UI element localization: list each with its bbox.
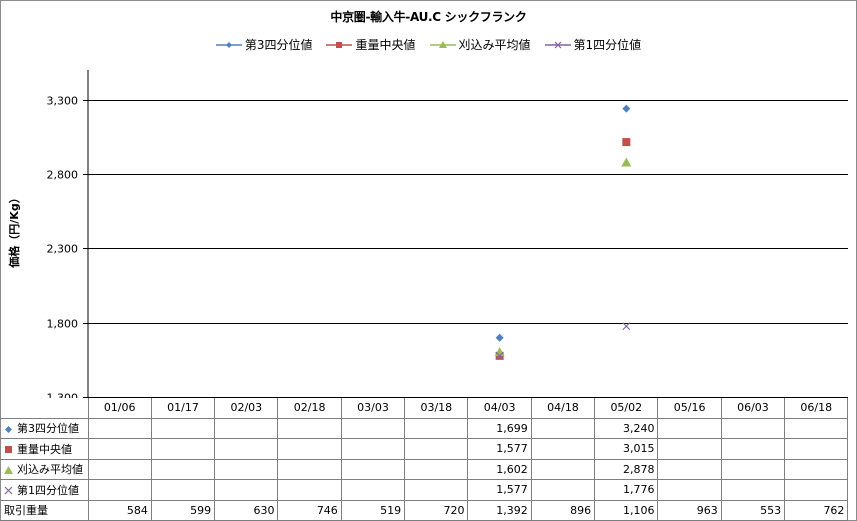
table-cell: 1,602 <box>467 458 532 480</box>
table-cell: 3,240 <box>594 418 659 439</box>
table-legend-marker <box>4 486 13 495</box>
table-cell <box>784 418 849 439</box>
table-row-label: 第1四分位値 <box>0 479 89 501</box>
table-cell <box>214 418 279 439</box>
table-cell <box>784 479 849 501</box>
x-category-label: 04/03 <box>467 398 532 419</box>
table-cell <box>530 458 596 480</box>
table-cell: 1,392 <box>467 499 532 521</box>
table-row: 第3四分位値 1,699 3,240 <box>0 418 849 439</box>
x-category-label: 04/18 <box>530 398 596 419</box>
table-cell: 553 <box>720 499 786 521</box>
table-cell <box>720 418 786 439</box>
table-cell <box>214 438 279 460</box>
table-cell <box>277 438 342 460</box>
table-cell <box>404 458 469 480</box>
table-legend-marker <box>5 446 12 454</box>
table-cell <box>277 418 342 439</box>
data-point <box>622 104 631 113</box>
table-cell: 1,776 <box>594 479 659 501</box>
table-cell: 762 <box>784 499 849 521</box>
table-cell <box>530 479 596 501</box>
data-point <box>621 157 632 167</box>
y-tick-label: 2,800 <box>47 169 79 182</box>
data-point <box>495 333 504 342</box>
table-cell <box>720 479 786 501</box>
x-category-label: 02/03 <box>214 398 279 419</box>
table-cell <box>404 418 469 439</box>
table-cell <box>784 438 849 460</box>
data-point <box>494 347 505 357</box>
table-cell <box>87 418 152 439</box>
table-row-label: 第3四分位値 <box>0 418 89 439</box>
table-cell <box>150 438 216 460</box>
table-cell <box>340 479 406 501</box>
data-point <box>622 138 631 147</box>
table-cell <box>657 458 722 480</box>
table-cell: 584 <box>87 499 152 521</box>
x-category-label: 03/18 <box>404 398 469 419</box>
table-cell: 1,577 <box>467 479 532 501</box>
data-table-header-row: 01/06 01/17 02/03 02/18 03/03 03/18 04/03 04/18… <box>0 398 849 419</box>
table-cell <box>150 458 216 480</box>
table-row: 第1四分位値 1,577 1,776 <box>0 479 849 501</box>
y-tick-label: 3,300 <box>47 95 79 108</box>
table-cell: 630 <box>214 499 279 521</box>
table-cell <box>720 438 786 460</box>
table-cell: 720 <box>404 499 469 521</box>
table-cell <box>720 458 786 480</box>
table-cell <box>340 458 406 480</box>
table-cell <box>150 479 216 501</box>
table-legend-marker <box>5 425 12 433</box>
table-row: 取引重量 584 599 630 746 519 720 1,392 896 1,106 963 55… <box>0 499 849 521</box>
table-legend-marker <box>4 465 13 474</box>
table-corner-cell <box>0 398 89 419</box>
table-cell <box>404 479 469 501</box>
table-row: 重量中央値 1,577 3,015 <box>0 438 849 460</box>
y-tick-label: 2,300 <box>47 243 79 256</box>
table-cell <box>657 438 722 460</box>
x-category-label: 05/16 <box>657 398 722 419</box>
x-category-label: 01/06 <box>87 398 152 419</box>
table-cell <box>340 418 406 439</box>
table-cell <box>404 438 469 460</box>
table-cell: 1,699 <box>467 418 532 439</box>
table-cell <box>657 479 722 501</box>
x-category-label: 06/03 <box>720 398 786 419</box>
table-cell: 519 <box>340 499 406 521</box>
table-cell <box>214 458 279 480</box>
y-tick-label: 1,800 <box>47 318 79 331</box>
x-category-label: 03/03 <box>340 398 406 419</box>
x-category-label: 06/18 <box>784 398 849 419</box>
table-cell <box>530 438 596 460</box>
x-category-label: 05/02 <box>594 398 659 419</box>
table-cell <box>277 479 342 501</box>
table-cell <box>87 438 152 460</box>
table-cell <box>87 458 152 480</box>
table-cell <box>657 418 722 439</box>
table-cell: 746 <box>277 499 342 521</box>
table-cell: 599 <box>150 499 216 521</box>
table-cell: 3,015 <box>594 438 659 460</box>
table-cell <box>530 418 596 439</box>
table-cell: 2,878 <box>594 458 659 480</box>
table-cell: 963 <box>657 499 722 521</box>
table-row-label: 刈込み平均値 <box>0 458 89 480</box>
table-cell: 1,577 <box>467 438 532 460</box>
table-cell: 896 <box>530 499 596 521</box>
table-cell <box>340 438 406 460</box>
plot-area: 1,3001,8002,3002,8003,300 <box>47 70 848 398</box>
x-category-label: 01/17 <box>150 398 216 419</box>
data-table: 01/06 01/17 02/03 02/18 03/03 03/18 04/03 04/18… <box>0 398 849 521</box>
x-category-label: 02/18 <box>277 398 342 419</box>
table-cell <box>214 479 279 501</box>
table-cell <box>87 479 152 501</box>
table-cell <box>784 458 849 480</box>
table-row-label: 取引重量 <box>0 499 89 521</box>
table-cell <box>150 418 216 439</box>
table-row-label: 重量中央値 <box>0 438 89 460</box>
table-cell <box>277 458 342 480</box>
table-row: 刈込み平均値 1,602 2,878 <box>0 458 849 480</box>
table-cell: 1,106 <box>594 499 659 521</box>
